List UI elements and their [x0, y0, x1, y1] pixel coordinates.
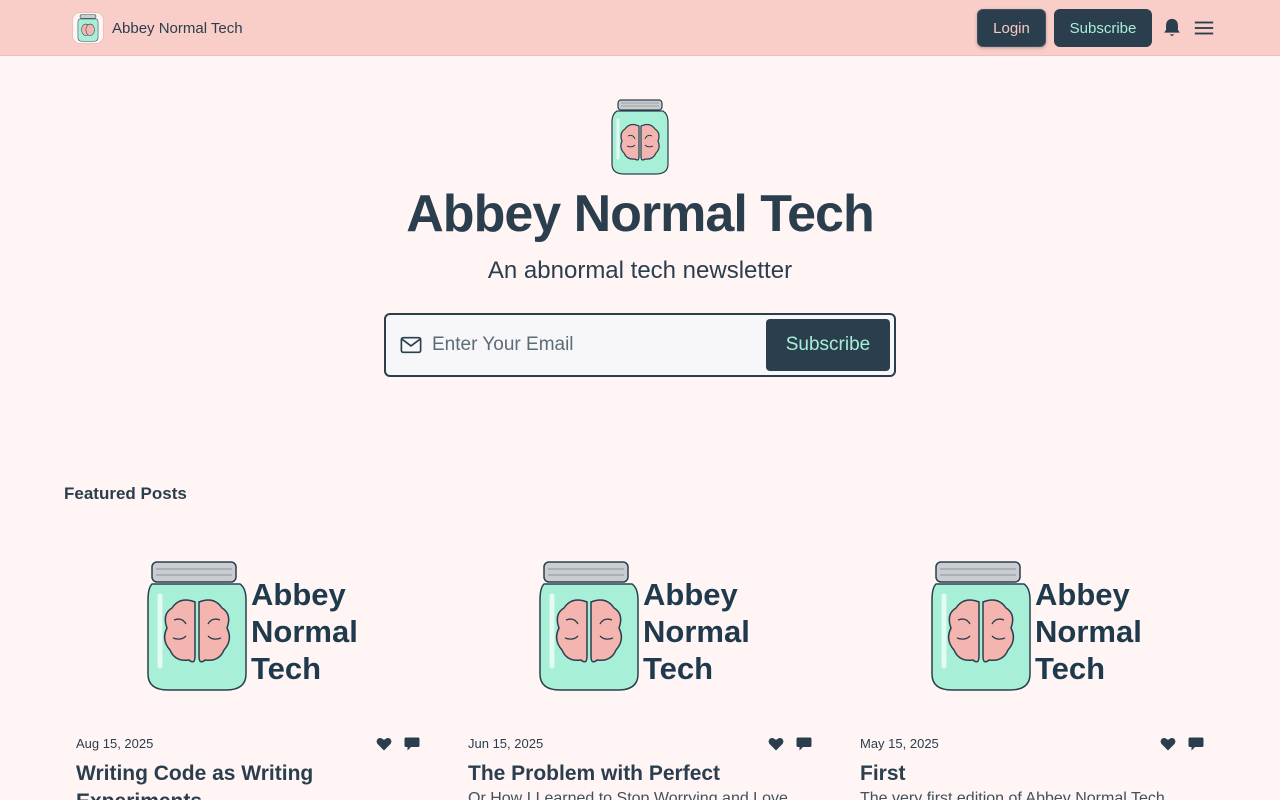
- thumbnail-text: Normal: [1035, 614, 1142, 649]
- bell-icon[interactable]: [1161, 17, 1183, 39]
- subscribe-button-hero[interactable]: Subscribe: [766, 319, 890, 371]
- featured-posts-heading: Featured Posts: [64, 484, 187, 503]
- brand-logo-icon: [72, 12, 104, 44]
- post-card[interactable]: Abbey Normal Tech May 15, 2025 First The…: [848, 548, 1208, 800]
- brand-link[interactable]: Abbey Normal Tech: [72, 12, 243, 44]
- login-button[interactable]: Login: [977, 9, 1046, 47]
- thumbnail-text: Abbey: [251, 577, 347, 612]
- hero-subtitle: An abnormal tech newsletter: [487, 257, 793, 284]
- hero-title: Abbey Normal Tech: [406, 185, 874, 243]
- post-date: Aug 15, 2025: [76, 736, 154, 751]
- newsletter-signup-form: Subscribe: [384, 313, 896, 377]
- heart-icon[interactable]: [1160, 737, 1176, 751]
- thumbnail-text: Normal: [643, 614, 750, 649]
- mail-icon: [400, 336, 422, 354]
- thumbnail-text: Tech: [643, 651, 713, 686]
- post-thumbnail[interactable]: Abbey Normal Tech: [848, 548, 1208, 708]
- top-nav-bar: Abbey Normal Tech Login Subscribe: [0, 0, 1280, 56]
- brand-name: Abbey Normal Tech: [112, 19, 243, 37]
- thumbnail-text: Abbey: [1035, 577, 1131, 612]
- email-input[interactable]: [432, 327, 752, 363]
- post-title-link[interactable]: The Problem with Perfect: [468, 760, 808, 788]
- thumbnail-text: Normal: [251, 614, 358, 649]
- post-title-link[interactable]: Writing Code as Writing Experiments: [76, 760, 416, 800]
- post-excerpt: The very first edition of Abbey Normal T…: [860, 790, 1165, 800]
- post-thumbnail[interactable]: Abbey Normal Tech: [64, 548, 424, 708]
- thumbnail-text: Abbey: [643, 577, 739, 612]
- hero-brain-jar-logo-icon: [611, 99, 669, 175]
- thumbnail-text: Tech: [1035, 651, 1105, 686]
- post-date: May 15, 2025: [860, 736, 939, 751]
- comment-icon[interactable]: [796, 737, 812, 751]
- thumbnail-text: Tech: [251, 651, 321, 686]
- heart-icon[interactable]: [768, 737, 784, 751]
- heart-icon[interactable]: [376, 737, 392, 751]
- post-card[interactable]: Abbey Normal Tech Jun 15, 2025 The Probl…: [456, 548, 816, 800]
- comment-icon[interactable]: [1188, 737, 1204, 751]
- post-card[interactable]: Abbey Normal Tech Aug 15, 2025 Writing C…: [64, 548, 424, 800]
- subscribe-button-header[interactable]: Subscribe: [1054, 9, 1152, 47]
- post-excerpt: Or How I Learned to Stop Worrying and Lo…: [468, 790, 788, 800]
- post-date: Jun 15, 2025: [468, 736, 544, 751]
- post-title-link[interactable]: First: [860, 760, 1200, 788]
- menu-icon[interactable]: [1193, 17, 1215, 39]
- post-thumbnail[interactable]: Abbey Normal Tech: [456, 548, 816, 708]
- comment-icon[interactable]: [404, 737, 420, 751]
